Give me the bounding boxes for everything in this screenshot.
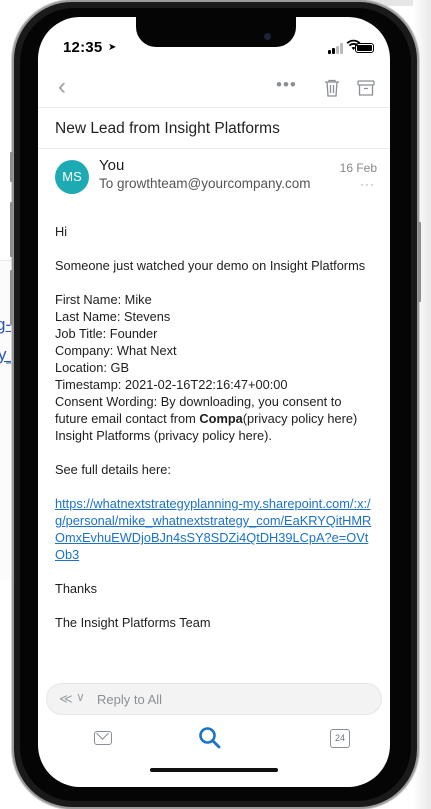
email-subject: New Lead from Insight Platforms bbox=[55, 120, 280, 137]
field-first-name: First Name: Mike bbox=[55, 292, 152, 307]
reply-bar[interactable]: ≪ ∨ Reply to All bbox=[46, 683, 382, 715]
avatar[interactable]: MS bbox=[55, 160, 89, 194]
volume-up-button bbox=[10, 202, 13, 257]
trash-icon[interactable] bbox=[324, 79, 340, 97]
field-last-name: Last Name: Stevens bbox=[55, 309, 171, 324]
message-more-icon[interactable]: ··· bbox=[360, 177, 375, 191]
reply-all-icon[interactable]: ≪ bbox=[59, 691, 73, 707]
details-link[interactable]: https://whatnextstrategyplanning-my.shar… bbox=[55, 495, 377, 563]
chevron-down-icon[interactable]: ∨ bbox=[76, 690, 85, 704]
calendar-icon[interactable]: 24 bbox=[330, 729, 350, 748]
mail-icon[interactable] bbox=[94, 731, 112, 745]
intro-text: Someone just watched your demo on Insigh… bbox=[55, 258, 366, 273]
field-company: Company: What Next bbox=[55, 343, 177, 358]
phone-screen: 12:35 ➤ ‹ ••• New Lead from Insight Plat… bbox=[38, 17, 390, 787]
location-icon: ➤ bbox=[108, 42, 117, 53]
email-body: Hi Someone just watched your demo on Ins… bbox=[55, 223, 377, 631]
consent-text: Consent Wording: By downloading, you con… bbox=[55, 393, 377, 444]
status-time: 12:35 bbox=[63, 39, 103, 56]
tab-bar: 24 bbox=[38, 723, 390, 787]
back-icon[interactable]: ‹ bbox=[58, 73, 66, 101]
reply-placeholder[interactable]: Reply to All bbox=[97, 692, 162, 707]
home-indicator bbox=[150, 768, 278, 772]
recipient-line[interactable]: To growthteam@yourcompany.com bbox=[99, 176, 311, 191]
subject-bar: New Lead from Insight Platforms bbox=[38, 107, 390, 149]
power-button bbox=[418, 222, 421, 302]
battery-icon bbox=[355, 43, 374, 53]
volume-down-button bbox=[10, 270, 13, 325]
email-toolbar: ‹ ••• bbox=[38, 69, 390, 105]
email-date: 16 Feb bbox=[339, 161, 377, 175]
consent-bold: Compa bbox=[199, 411, 243, 426]
thanks-text: Thanks bbox=[55, 581, 97, 596]
notch bbox=[136, 17, 296, 47]
sender-name[interactable]: You bbox=[99, 157, 124, 174]
mute-switch bbox=[10, 152, 13, 182]
more-icon[interactable]: ••• bbox=[276, 75, 297, 95]
signature: The Insight Platforms Team bbox=[55, 615, 211, 630]
archive-icon[interactable] bbox=[357, 79, 375, 97]
search-icon[interactable] bbox=[197, 725, 223, 751]
field-location: Location: GB bbox=[55, 360, 129, 375]
signal-icon bbox=[328, 43, 344, 54]
field-timestamp: Timestamp: 2021-02-16T22:16:47+00:00 bbox=[55, 377, 288, 392]
details-label: See full details here: bbox=[55, 462, 171, 477]
front-camera bbox=[264, 33, 271, 40]
greeting: Hi bbox=[55, 224, 68, 239]
field-job-title: Job Title: Founder bbox=[55, 326, 158, 341]
